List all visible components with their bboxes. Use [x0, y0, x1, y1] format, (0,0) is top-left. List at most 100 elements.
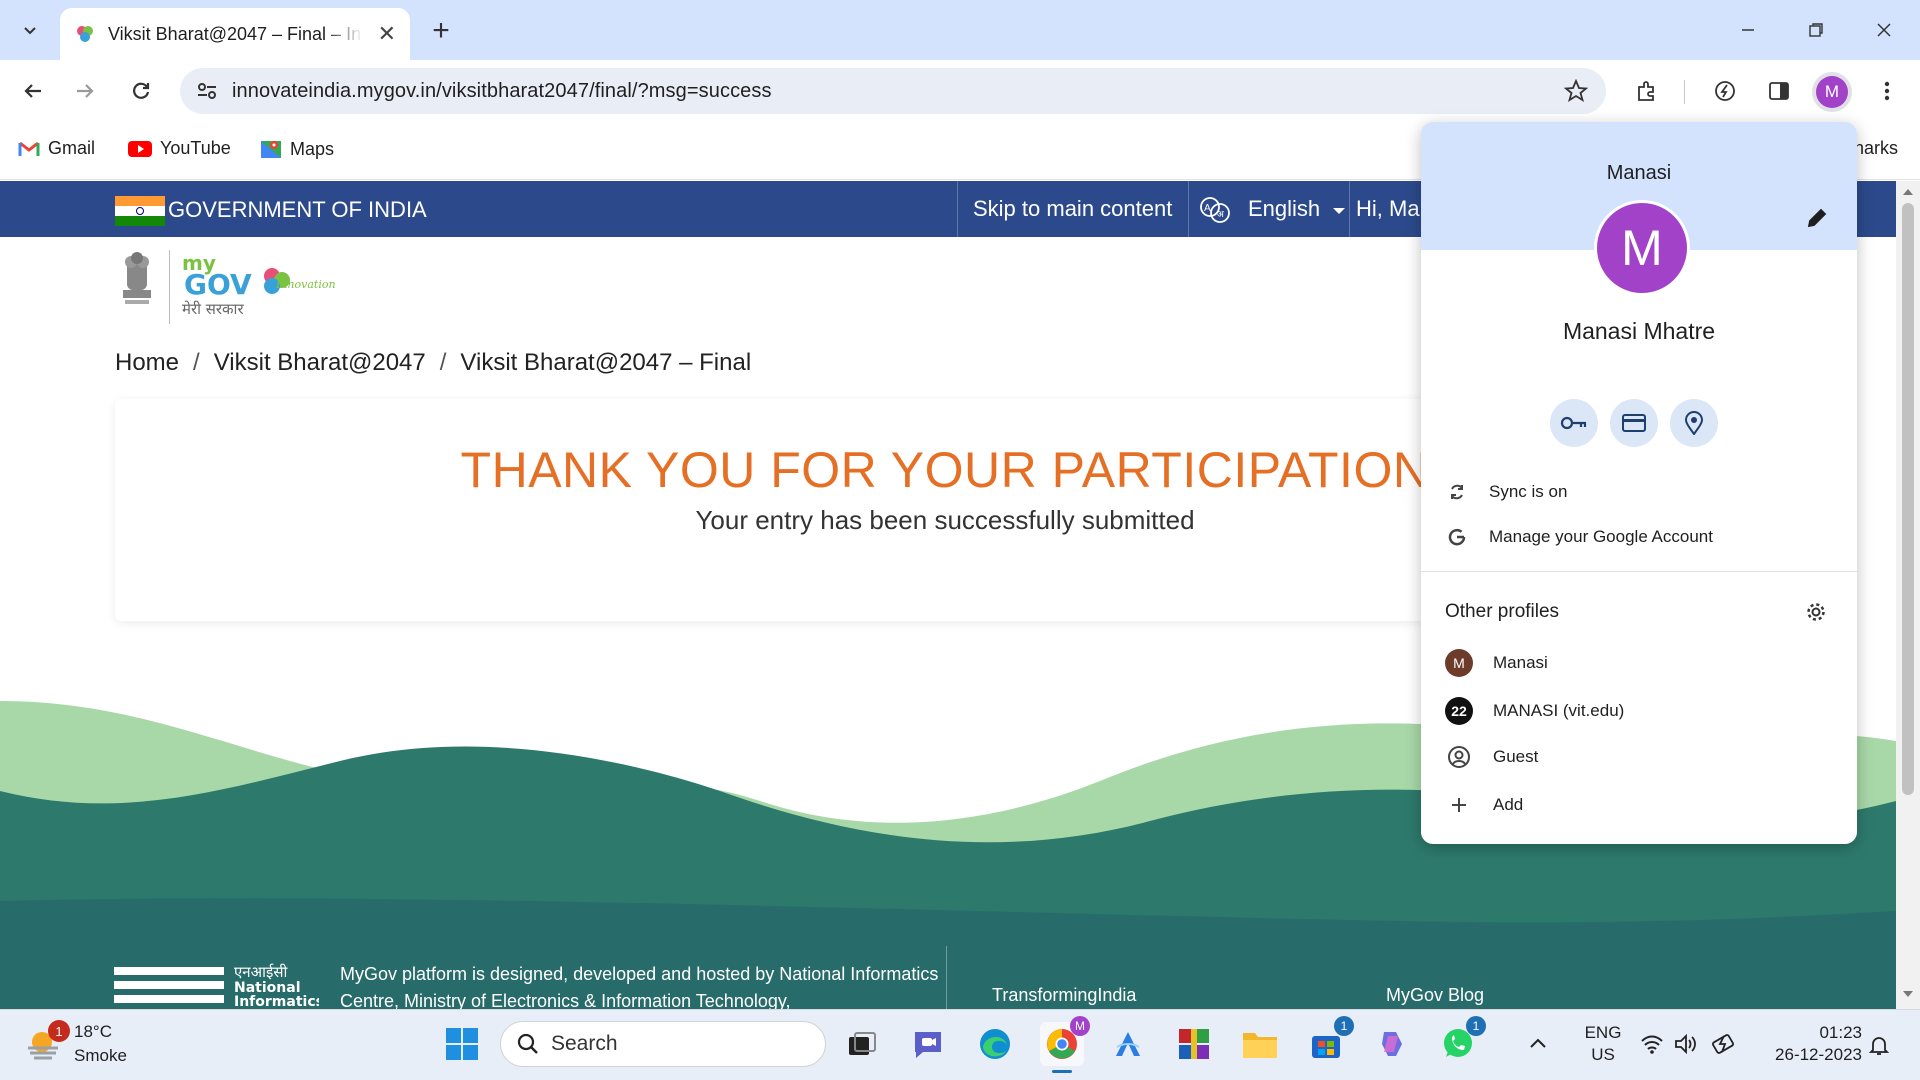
whatsapp-badge: 1 [1466, 1016, 1486, 1036]
puzzle-icon [1638, 81, 1654, 101]
task-view-button[interactable] [840, 1022, 884, 1066]
sync-row[interactable]: Sync is on [1445, 480, 1567, 504]
addresses-button[interactable] [1670, 399, 1718, 447]
gov-bar-divider [957, 181, 958, 237]
translate-icon[interactable]: Aअ [1198, 193, 1232, 227]
scrollbar-thumb[interactable] [1902, 203, 1914, 795]
scroll-down-icon[interactable] [1903, 991, 1913, 999]
add-profile-row[interactable]: Add [1445, 793, 1523, 817]
footer-link-transforming-india[interactable]: TransformingIndia [992, 985, 1136, 1006]
gov-bar-divider [1188, 181, 1189, 237]
svg-text:अ: अ [1217, 210, 1225, 220]
tab-search-button[interactable] [12, 12, 48, 48]
restore-icon [1809, 23, 1823, 37]
app-a-button[interactable] [1106, 1022, 1150, 1066]
input-language-indicator[interactable]: ENG US [1578, 1022, 1628, 1066]
bookmark-maps[interactable]: Maps [260, 138, 334, 160]
youtube-icon [128, 140, 152, 157]
language-selector[interactable]: English [1248, 196, 1346, 222]
gov-bar-divider [1349, 181, 1350, 237]
extensions-button[interactable] [1626, 70, 1668, 112]
minimize-icon [1742, 29, 1754, 31]
reload-icon [133, 82, 150, 99]
government-title[interactable]: GOVERNMENT OF INDIA [168, 197, 427, 223]
manage-account-row[interactable]: Manage your Google Account [1445, 525, 1713, 549]
gear-icon[interactable] [1805, 601, 1827, 623]
weather-condition: Smoke [74, 1046, 127, 1065]
tab-close-button[interactable]: ✕ [378, 21, 396, 47]
chevron-down-icon [24, 27, 36, 35]
whatsapp-button[interactable]: 1 [1436, 1016, 1486, 1066]
page-scrollbar[interactable] [1896, 181, 1920, 1009]
microsoft-store-button[interactable]: 1 [1304, 1016, 1354, 1066]
back-button[interactable] [12, 70, 54, 112]
chrome-button[interactable]: M [1040, 1016, 1090, 1073]
side-panel-icon [1769, 82, 1789, 100]
footer-link-mygov-blog[interactable]: MyGov Blog [1386, 985, 1484, 1006]
reload-button[interactable] [120, 70, 162, 112]
close-window-button[interactable] [1866, 14, 1902, 46]
copilot-button[interactable] [1370, 1022, 1414, 1066]
teams-chat-button[interactable] [906, 1022, 950, 1066]
edge-icon [980, 1029, 1010, 1059]
forward-button[interactable] [64, 70, 106, 112]
task-view-icon [849, 1032, 876, 1055]
active-app-indicator [1052, 1070, 1072, 1073]
key-icon [1560, 416, 1587, 430]
active-tab[interactable]: Viksit Bharat@2047 – Final – Innovate In… [60, 8, 410, 60]
all-bookmarks-label[interactable]: harks [1854, 138, 1898, 159]
address-bar[interactable]: innovateindia.mygov.in/viksitbharat2047/… [180, 68, 1606, 114]
edit-profile-button[interactable] [1803, 204, 1831, 232]
payment-methods-button[interactable] [1610, 399, 1658, 447]
passwords-button[interactable] [1550, 399, 1598, 447]
breadcrumb-viksit-bharat-link[interactable]: Viksit Bharat@2047 [214, 349, 426, 377]
profile-item-guest[interactable]: Guest [1445, 745, 1538, 769]
browser-toolbar: innovateindia.mygov.in/viksitbharat2047/… [0, 60, 1920, 122]
manage-account-label: Manage your Google Account [1489, 527, 1713, 546]
file-explorer-button[interactable] [1238, 1022, 1282, 1066]
breadcrumb-current: Viksit Bharat@2047 – Final [460, 349, 752, 376]
profile-item-label: Guest [1493, 747, 1539, 766]
toolbar-divider [1684, 80, 1685, 104]
side-panel-button[interactable] [1758, 70, 1800, 112]
wifi-icon[interactable] [1640, 1034, 1664, 1054]
footer-description: MyGov platform is designed, developed an… [340, 964, 939, 1009]
bookmark-gmail[interactable]: Gmail [18, 138, 95, 159]
minimize-button[interactable] [1730, 14, 1766, 46]
national-emblem-icon [123, 252, 151, 304]
bookmark-star-icon[interactable] [1564, 79, 1588, 103]
volume-icon[interactable] [1674, 1034, 1698, 1054]
winrar-button[interactable] [1172, 1022, 1216, 1066]
scroll-up-icon[interactable] [1903, 187, 1913, 195]
url-text[interactable]: innovateindia.mygov.in/viksitbharat2047/… [232, 80, 772, 103]
new-tab-button[interactable]: + [424, 14, 458, 48]
show-hidden-icons-chevron-icon[interactable] [1530, 1038, 1546, 1048]
profile-item-manasi[interactable]: M Manasi [1445, 649, 1548, 677]
user-greeting[interactable]: Hi, Mar [1356, 196, 1427, 222]
profile-full-name: Manasi Mhatre [1562, 318, 1716, 344]
logo-innovation: Innovation [275, 278, 336, 291]
breadcrumb-home-link[interactable]: Home [115, 349, 179, 377]
gmail-icon [18, 141, 40, 156]
clock-date: 26-12-2023 [1775, 1045, 1862, 1064]
battery-charging-icon[interactable] [1712, 1032, 1738, 1056]
notification-bell-icon[interactable] [1868, 1034, 1890, 1056]
performance-button[interactable] [1704, 70, 1746, 112]
skip-to-main-link[interactable]: Skip to main content [973, 196, 1172, 222]
bookmark-youtube[interactable]: YouTube [128, 138, 231, 159]
site-settings-icon[interactable] [196, 81, 218, 101]
profile-item-vit[interactable]: 22 MANASI (vit.edu) [1445, 697, 1624, 725]
clock[interactable]: 01:23 26-12-2023 [1752, 1022, 1862, 1066]
taskbar-search[interactable]: Search [500, 1021, 826, 1067]
profile-avatar-button[interactable]: M [1816, 76, 1848, 108]
weather-widget[interactable]: 1 18°C Smoke [26, 1020, 127, 1068]
weather-badge: 1 [48, 1020, 70, 1042]
restore-button[interactable] [1798, 14, 1834, 46]
edge-button[interactable] [973, 1022, 1017, 1066]
plus-icon [1452, 798, 1466, 812]
store-badge: 1 [1334, 1016, 1354, 1036]
browser-menu-button[interactable] [1866, 70, 1908, 112]
start-button[interactable] [440, 1022, 484, 1066]
logo-row[interactable]: my GOV मेरी सरकार Innovation [115, 249, 350, 325]
breadcrumb: Home / Viksit Bharat@2047 / Viksit Bhara… [115, 349, 751, 377]
